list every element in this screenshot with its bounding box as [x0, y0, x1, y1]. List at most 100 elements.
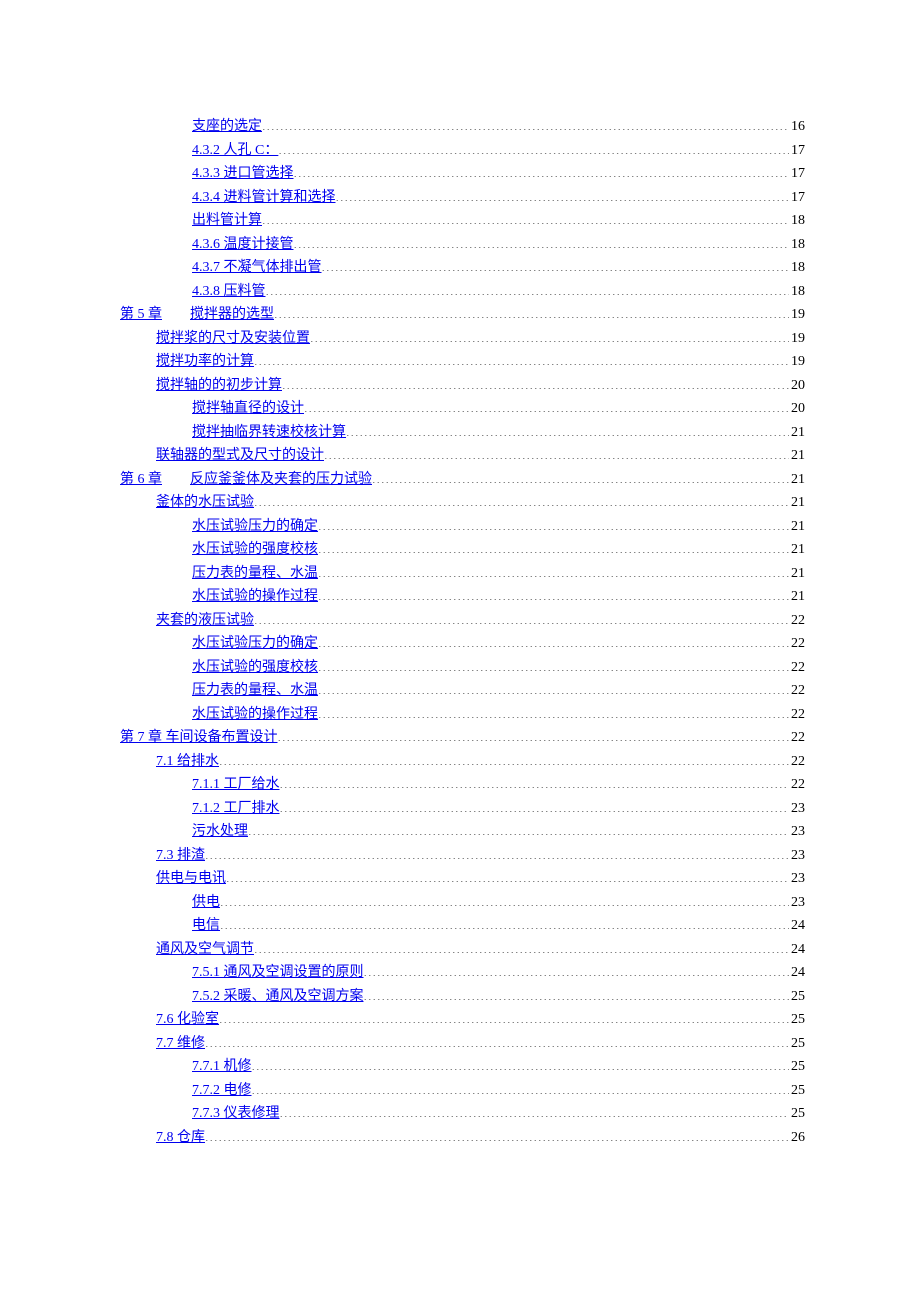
- toc-leader: [318, 633, 789, 647]
- toc-link[interactable]: 搅拌浆的尺寸及安装位置: [156, 327, 310, 351]
- toc-entry: 压力表的量程、水温22: [120, 679, 805, 703]
- toc-page-number: 21: [789, 444, 805, 468]
- toc-link[interactable]: 7.5.1 通风及空调设置的原则: [192, 961, 364, 985]
- toc-leader: [364, 986, 790, 1000]
- toc-page-number: 23: [789, 844, 805, 868]
- toc-link[interactable]: 搅拌轴直径的设计: [192, 397, 304, 421]
- toc-leader: [219, 1009, 789, 1023]
- toc-link[interactable]: 水压试验压力的确定: [192, 515, 318, 539]
- toc-leader: [324, 445, 789, 459]
- toc-leader: [318, 680, 789, 694]
- toc-page-number: 21: [789, 491, 805, 515]
- toc-page-number: 21: [789, 468, 805, 492]
- toc-entry: 7.8 仓库26: [120, 1126, 805, 1150]
- toc-entry: 水压试验的操作过程22: [120, 703, 805, 727]
- toc-entry: 4.3.7 不凝气体排出管18: [120, 256, 805, 280]
- toc-page-number: 18: [789, 280, 805, 304]
- toc-page-number: 25: [789, 1032, 805, 1056]
- toc-page-number: 24: [789, 914, 805, 938]
- toc-page-number: 21: [789, 515, 805, 539]
- toc-page-number: 24: [789, 938, 805, 962]
- toc-link[interactable]: 搅拌功率的计算: [156, 350, 254, 374]
- toc-link[interactable]: 7.5.2 采暖、通风及空调方案: [192, 985, 364, 1009]
- toc-page-number: 16: [789, 115, 805, 139]
- toc-link[interactable]: 7.6 化验室: [156, 1008, 219, 1032]
- toc-entry: 压力表的量程、水温 21: [120, 562, 805, 586]
- toc-link[interactable]: 第 7 章 车间设备布置设计: [120, 726, 278, 750]
- toc-page-number: 25: [789, 1055, 805, 1079]
- toc-entry: 4.3.2 人孔 C：17: [120, 139, 805, 163]
- toc-link[interactable]: 7.7.1 机修: [192, 1055, 252, 1079]
- toc-link[interactable]: 通风及空气调节: [156, 938, 254, 962]
- toc-link[interactable]: 供电: [192, 891, 220, 915]
- toc-leader: [252, 1056, 790, 1070]
- toc-page-number: 21: [789, 562, 805, 586]
- toc-link[interactable]: 支座的选定: [192, 115, 262, 139]
- toc-link[interactable]: 4.3.2 人孔 C：: [192, 139, 278, 163]
- toc-entry: 水压试验的强度校核 22: [120, 656, 805, 680]
- toc-link[interactable]: 7.3 排渣: [156, 844, 205, 868]
- toc-entry: 7.1.2 工厂排水23: [120, 797, 805, 821]
- toc-link[interactable]: 供电与电讯: [156, 867, 226, 891]
- toc-link[interactable]: 7.7.3 仪表修理: [192, 1102, 280, 1126]
- toc-chapter-prefix[interactable]: 第 6 章: [120, 468, 162, 492]
- toc-entry: 7.5.1 通风及空调设置的原则 24: [120, 961, 805, 985]
- toc-leader: [346, 422, 789, 436]
- toc-link[interactable]: 电信: [192, 914, 220, 938]
- toc-page-number: 23: [789, 867, 805, 891]
- toc-link[interactable]: 4.3.6 温度计接管: [192, 233, 294, 257]
- toc-leader: [205, 845, 789, 859]
- toc-entry: 水压试验的操作过程21: [120, 585, 805, 609]
- toc-link[interactable]: 水压试验的操作过程: [192, 703, 318, 727]
- toc-link[interactable]: 7.1 给排水: [156, 750, 219, 774]
- toc-chapter-prefix[interactable]: 第 5 章: [120, 303, 162, 327]
- toc-link[interactable]: 污水处理: [192, 820, 248, 844]
- toc-link[interactable]: 搅拌抽临界转速校核计算: [192, 421, 346, 445]
- toc-link[interactable]: 压力表的量程、水温: [192, 562, 318, 586]
- toc-leader: [372, 469, 789, 483]
- toc-entry: 水压试验压力的确定22: [120, 632, 805, 656]
- toc-link[interactable]: 7.8 仓库: [156, 1126, 205, 1150]
- toc-entry: 搅拌轴的的初步计算20: [120, 374, 805, 398]
- toc-entry: 通风及空气调节 24: [120, 938, 805, 962]
- toc-leader: [219, 751, 789, 765]
- toc-entry: 7.7.2 电修25: [120, 1079, 805, 1103]
- toc-entry: 水压试验的强度校核21: [120, 538, 805, 562]
- toc-link[interactable]: 4.3.7 不凝气体排出管: [192, 256, 322, 280]
- toc-link[interactable]: 夹套的液压试验: [156, 609, 254, 633]
- toc-entry: 4.3.4 进料管计算和选择17: [120, 186, 805, 210]
- toc-link[interactable]: 水压试验的操作过程: [192, 585, 318, 609]
- toc-link[interactable]: 7.1.2 工厂排水: [192, 797, 280, 821]
- toc-link[interactable]: 联轴器的型式及尺寸的设计: [156, 444, 324, 468]
- toc-page-number: 24: [789, 961, 805, 985]
- toc-link[interactable]: 出料管计算: [192, 209, 262, 233]
- toc-leader: [318, 704, 789, 718]
- toc-link[interactable]: 水压试验的强度校核: [192, 538, 318, 562]
- toc-leader: [318, 516, 789, 530]
- toc-link[interactable]: 水压试验压力的确定: [192, 632, 318, 656]
- toc-link[interactable]: 反应釜釜体及夹套的压力试验: [190, 468, 372, 492]
- toc-link[interactable]: 7.1.1 工厂给水: [192, 773, 280, 797]
- toc-link[interactable]: 4.3.8 压料管: [192, 280, 266, 304]
- toc-entry: 4.3.3 进口管选择17: [120, 162, 805, 186]
- toc-link[interactable]: 4.3.3 进口管选择: [192, 162, 294, 186]
- toc-link[interactable]: 4.3.4 进料管计算和选择: [192, 186, 336, 210]
- toc-link[interactable]: 搅拌轴的的初步计算: [156, 374, 282, 398]
- toc-leader: [318, 657, 789, 671]
- toc-entry: 7.1.1 工厂给水22: [120, 773, 805, 797]
- toc-page-number: 22: [789, 656, 805, 680]
- toc-entry: 出料管计算 18: [120, 209, 805, 233]
- toc-leader: [294, 163, 790, 177]
- toc-page-number: 22: [789, 750, 805, 774]
- toc-leader: [294, 234, 790, 248]
- toc-leader: [278, 140, 789, 154]
- toc-link[interactable]: 7.7.2 电修: [192, 1079, 252, 1103]
- toc-page-number: 18: [789, 209, 805, 233]
- toc-link[interactable]: 搅拌器的选型: [190, 303, 274, 327]
- toc-leader: [226, 868, 789, 882]
- toc-link[interactable]: 水压试验的强度校核: [192, 656, 318, 680]
- toc-link[interactable]: 釜体的水压试验: [156, 491, 254, 515]
- toc-entry: 供电23: [120, 891, 805, 915]
- toc-link[interactable]: 7.7 维修: [156, 1032, 205, 1056]
- toc-link[interactable]: 压力表的量程、水温: [192, 679, 318, 703]
